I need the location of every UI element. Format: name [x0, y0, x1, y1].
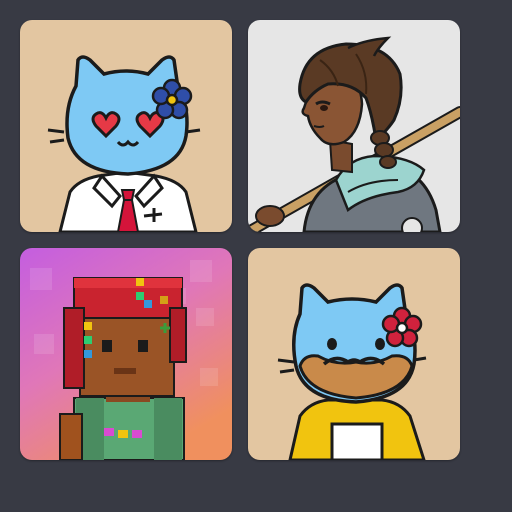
- voxel-character-image: [20, 248, 232, 460]
- avatar-card-voxel-character[interactable]: [20, 248, 232, 460]
- avatar-card-blue-cat-heart-eyes[interactable]: [20, 20, 232, 232]
- nft-avatar-grid: [0, 0, 512, 512]
- anime-girl-image: [248, 20, 460, 232]
- avatar-card-anime-girl[interactable]: [248, 20, 460, 232]
- blue-cat-mustache-image: [248, 248, 460, 460]
- blue-cat-heart-eyes-image: [20, 20, 232, 232]
- avatar-card-blue-cat-mustache[interactable]: [248, 248, 460, 460]
